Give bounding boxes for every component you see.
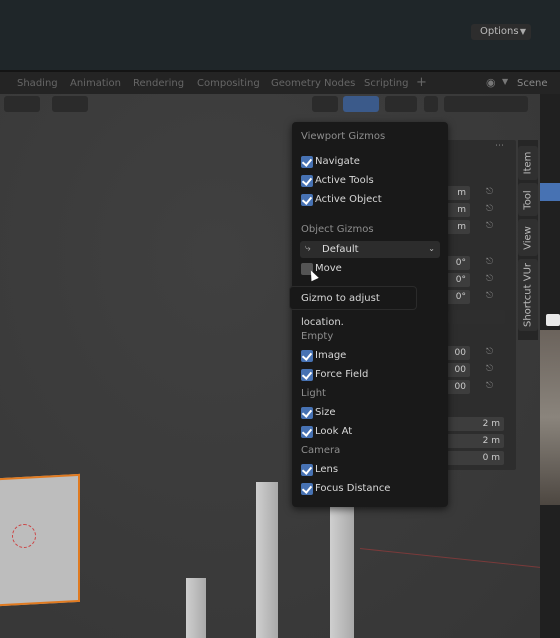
- checkbox-label: Lens: [315, 464, 339, 475]
- checkbox-label: Active Object: [315, 194, 382, 205]
- options-label: Options: [480, 26, 519, 37]
- lock-icon[interactable]: ⎋: [486, 364, 493, 374]
- proportional-edit-icon[interactable]: [52, 96, 88, 112]
- tab-animation[interactable]: Animation: [70, 78, 121, 89]
- tab-item[interactable]: Item: [518, 146, 538, 180]
- chevron-down-icon[interactable]: ▼: [502, 77, 508, 86]
- checkbox-checked[interactable]: [301, 350, 313, 362]
- lock-icon[interactable]: ⎋: [486, 291, 493, 301]
- image-preview: [540, 330, 560, 505]
- scene-icon[interactable]: ◉: [486, 76, 500, 89]
- checkbox-label: Force Field: [315, 369, 369, 380]
- checkbox-checked[interactable]: [301, 369, 313, 381]
- options-button[interactable]: Options ▼: [471, 24, 531, 40]
- pillar-object[interactable]: [330, 505, 354, 638]
- transform-axes-icon: ⤷: [305, 243, 311, 254]
- section-light: Light: [301, 388, 326, 399]
- pillar-object[interactable]: [256, 482, 278, 638]
- tab-tool[interactable]: Tool: [518, 183, 538, 216]
- drag-handle-icon[interactable]: ⋯: [495, 141, 504, 151]
- tab-view[interactable]: View: [518, 219, 538, 256]
- dropdown-value: Default: [322, 244, 359, 255]
- checkbox-label: Look At: [315, 426, 353, 437]
- tab-scripting[interactable]: Scripting: [364, 78, 408, 89]
- checkbox-checked[interactable]: [301, 156, 313, 168]
- tab-geometry-nodes[interactable]: Geometry Nodes: [271, 78, 355, 89]
- image-thumbnail[interactable]: [546, 314, 560, 326]
- checkbox-label: Navigate: [315, 156, 360, 167]
- lock-icon[interactable]: ⎋: [486, 274, 493, 284]
- 3d-cursor-icon: [12, 524, 36, 548]
- workspace-tabs: Shading Animation Rendering Compositing …: [0, 72, 560, 94]
- checkbox-checked[interactable]: [301, 483, 313, 495]
- lock-icon[interactable]: ⎋: [486, 347, 493, 357]
- checkbox-checked[interactable]: [301, 407, 313, 419]
- checkbox-label: Focus Distance: [315, 483, 391, 494]
- transform-pivot-icon[interactable]: [4, 96, 40, 112]
- tab-shading[interactable]: Shading: [17, 78, 58, 89]
- visibility-icon[interactable]: [312, 96, 338, 112]
- viewport-header: [0, 94, 540, 114]
- checkbox-label: Image: [315, 350, 347, 361]
- outliner-selected-row[interactable]: [540, 183, 560, 201]
- chevron-down-icon: ⌄: [428, 244, 435, 253]
- section-viewport-gizmos: Viewport Gizmos: [301, 131, 386, 142]
- gizmo-toggle-icon[interactable]: [343, 96, 379, 112]
- tooltip: Gizmo to adjust location.: [289, 286, 417, 328]
- add-workspace-button[interactable]: +: [416, 75, 427, 90]
- tab-compositing[interactable]: Compositing: [197, 78, 260, 89]
- scene-name[interactable]: Scene: [517, 78, 548, 89]
- checkbox-checked[interactable]: [301, 194, 313, 206]
- overlay-toggle-icon[interactable]: [385, 96, 417, 112]
- pillar-object[interactable]: [186, 578, 206, 638]
- section-camera: Camera: [301, 445, 341, 456]
- checkbox-checked[interactable]: [301, 464, 313, 476]
- dimensions-y-field[interactable]: 2 m: [446, 434, 504, 448]
- orientation-dropdown[interactable]: ⤷ Default ⌄: [300, 241, 440, 258]
- shading-mode-icons[interactable]: [444, 96, 528, 112]
- lock-icon[interactable]: ⎋: [486, 204, 493, 214]
- lock-icon[interactable]: ⎋: [486, 381, 493, 391]
- xray-toggle-icon[interactable]: [424, 96, 438, 112]
- sidebar-tabs: Item Tool View Shortcut VUr: [518, 140, 538, 340]
- checkbox-checked[interactable]: [301, 175, 313, 187]
- checkbox-label: Move: [315, 263, 342, 274]
- chevron-down-icon: ▼: [519, 27, 526, 36]
- lock-icon[interactable]: ⎋: [486, 187, 493, 197]
- checkbox-label: Active Tools: [315, 175, 374, 186]
- rotation-mode-dropdown[interactable]: [448, 310, 505, 324]
- lock-icon[interactable]: ⎋: [486, 257, 493, 267]
- dimensions-z-field[interactable]: 0 m: [446, 451, 504, 465]
- section-object-gizmos: Object Gizmos: [301, 224, 374, 235]
- lock-icon[interactable]: ⎋: [486, 221, 493, 231]
- tab-rendering[interactable]: Rendering: [133, 78, 184, 89]
- checkbox-checked[interactable]: [301, 426, 313, 438]
- dimensions-x-field[interactable]: 2 m: [446, 417, 504, 431]
- tab-shortcut-vur[interactable]: Shortcut VUr: [518, 259, 538, 331]
- checkbox-label: Size: [315, 407, 336, 418]
